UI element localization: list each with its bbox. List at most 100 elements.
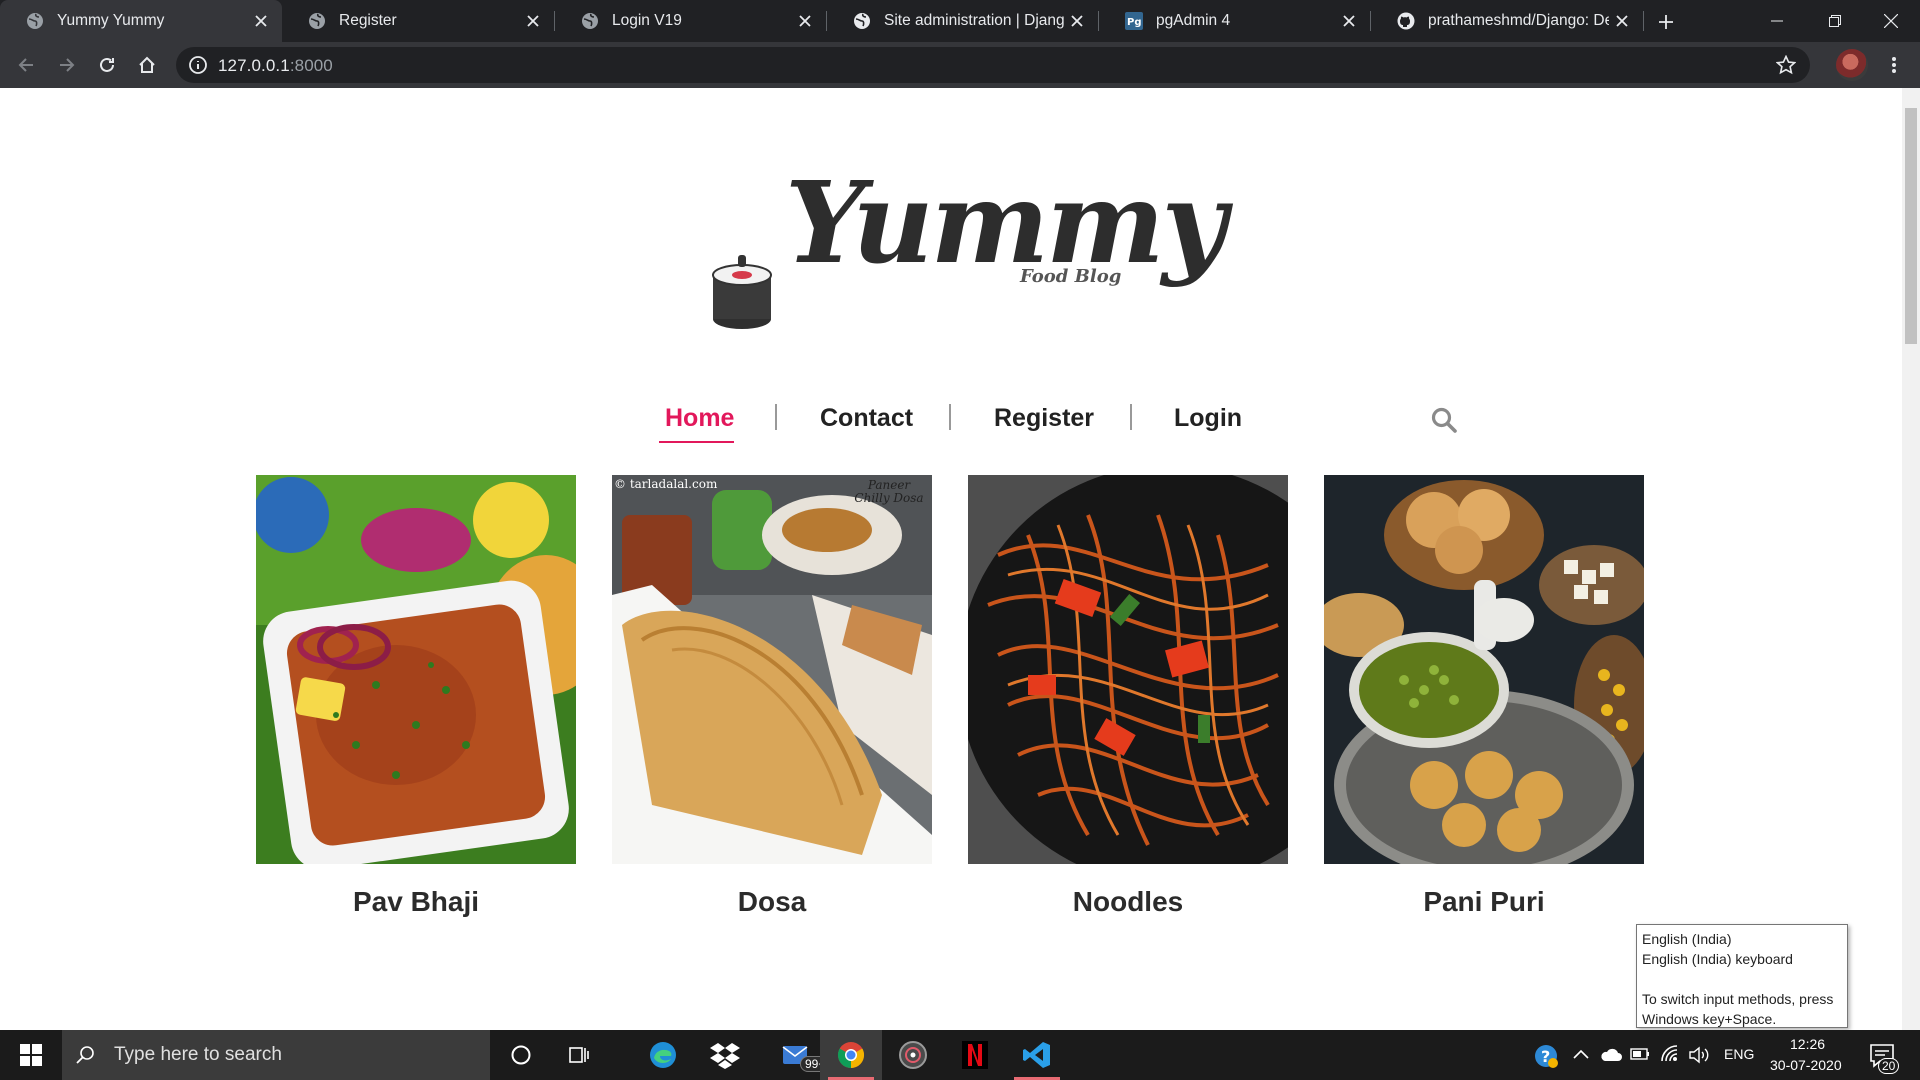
new-tab-button[interactable] xyxy=(1652,8,1680,36)
nav-divider xyxy=(949,404,951,430)
tab-register[interactable]: Register xyxy=(282,0,554,42)
pgadmin-icon: Pg xyxy=(1125,12,1143,30)
wifi-icon[interactable] xyxy=(1660,1044,1680,1064)
ime-line: English (India) keyboard xyxy=(1642,951,1793,967)
close-icon[interactable] xyxy=(1609,8,1635,34)
tab-github-django[interactable]: prathameshmd/Django: Dev xyxy=(1371,0,1643,42)
food-title[interactable]: Pani Puri xyxy=(1324,886,1644,918)
reload-icon xyxy=(100,57,114,72)
home-button[interactable] xyxy=(131,49,163,81)
cortana-button[interactable] xyxy=(490,1030,552,1080)
info-icon[interactable] xyxy=(188,55,208,75)
nav-divider xyxy=(775,404,777,430)
food-image[interactable] xyxy=(968,475,1288,864)
onedrive-icon[interactable] xyxy=(1600,1046,1622,1062)
restore-button[interactable] xyxy=(1806,0,1864,42)
globe-icon xyxy=(853,12,871,30)
minimize-button[interactable] xyxy=(1748,0,1806,42)
language-indicator[interactable]: ENG xyxy=(1724,1046,1754,1062)
nav-contact[interactable]: Contact xyxy=(820,404,913,433)
taskbar-netflix[interactable] xyxy=(944,1030,1006,1080)
close-icon[interactable] xyxy=(792,8,818,34)
food-title[interactable]: Pav Bhaji xyxy=(256,886,576,918)
food-card-pani-puri[interactable]: Pani Puri xyxy=(1324,475,1644,918)
start-button[interactable] xyxy=(0,1030,62,1080)
logo-subtitle: Food Blog xyxy=(1020,266,1122,287)
kebab-menu-icon xyxy=(1892,57,1896,73)
close-window-button[interactable] xyxy=(1862,0,1920,42)
address-bar[interactable]: 127.0.0.1:8000 xyxy=(176,47,1810,83)
ime-line: English (India) xyxy=(1642,931,1732,947)
search-icon[interactable] xyxy=(1430,406,1458,434)
reload-button[interactable] xyxy=(91,49,123,81)
chrome-icon xyxy=(837,1042,865,1069)
notification-count: 20 xyxy=(1878,1058,1900,1074)
food-title[interactable]: Dosa xyxy=(612,886,932,918)
taskbar-search-box[interactable]: Type here to search xyxy=(62,1030,490,1080)
image-watermark: © tarladalal.com xyxy=(614,477,718,491)
taskbar-vscode[interactable] xyxy=(1006,1030,1068,1080)
task-view-icon xyxy=(569,1047,589,1063)
tab-title: pgAdmin 4 xyxy=(1156,12,1231,29)
nav-login[interactable]: Login xyxy=(1174,404,1242,433)
volume-icon[interactable] xyxy=(1688,1045,1710,1065)
search-icon xyxy=(76,1046,94,1064)
page-scrollbar[interactable] xyxy=(1902,88,1920,1030)
taskbar-chrome[interactable] xyxy=(820,1030,882,1080)
tab-strip: Yummy Yummy Register Login V19 Site admi… xyxy=(0,0,1920,42)
taskbar-edge[interactable] xyxy=(632,1030,694,1080)
url-text: 127.0.0.1:8000 xyxy=(218,56,333,76)
star-icon[interactable] xyxy=(1776,55,1796,75)
profile-avatar[interactable] xyxy=(1836,49,1868,81)
svg-text:Pg: Pg xyxy=(1127,17,1142,28)
help-icon[interactable]: ? xyxy=(1533,1043,1559,1069)
close-icon[interactable] xyxy=(1336,8,1362,34)
minimize-icon xyxy=(1771,20,1783,22)
task-view-button[interactable] xyxy=(548,1030,610,1080)
chevron-up-icon[interactable] xyxy=(1573,1048,1589,1060)
clock-time[interactable]: 12:26 xyxy=(1790,1036,1825,1052)
ime-tooltip: English (India) English (India) keyboard… xyxy=(1636,924,1848,1028)
tab-title: Site administration | Django xyxy=(884,12,1064,29)
browser-toolbar: 127.0.0.1:8000 xyxy=(0,42,1920,88)
windows-logo-icon xyxy=(20,1044,42,1066)
restore-icon xyxy=(1829,15,1841,27)
food-image[interactable]: © tarladalal.com Paneer Chilly Dosa xyxy=(612,475,932,864)
tab-yummy-yummy[interactable]: Yummy Yummy xyxy=(0,0,282,42)
media-player-icon xyxy=(899,1041,927,1069)
back-button[interactable] xyxy=(10,49,42,81)
taskbar-dropbox[interactable] xyxy=(694,1030,756,1080)
tab-title: Yummy Yummy xyxy=(57,12,165,29)
food-image[interactable] xyxy=(256,475,576,864)
site-logo[interactable]: Yummy Food Blog xyxy=(700,158,1227,329)
clock-date[interactable]: 30-07-2020 xyxy=(1770,1057,1842,1073)
globe-icon xyxy=(308,12,326,30)
scrollbar-thumb[interactable] xyxy=(1905,108,1917,344)
tab-pgadmin[interactable]: Pg pgAdmin 4 xyxy=(1099,0,1370,42)
battery-icon[interactable] xyxy=(1630,1047,1650,1061)
nav-home[interactable]: Home xyxy=(665,404,734,433)
food-card-dosa[interactable]: © tarladalal.com Paneer Chilly Dosa Dosa xyxy=(612,475,932,918)
close-icon[interactable] xyxy=(1064,8,1090,34)
globe-icon xyxy=(581,12,599,30)
nav-register[interactable]: Register xyxy=(994,404,1094,433)
forward-button[interactable] xyxy=(51,49,83,81)
taskbar-mail[interactable]: 99+ xyxy=(766,1030,831,1080)
taskbar-media-player[interactable] xyxy=(882,1030,944,1080)
close-icon[interactable] xyxy=(248,8,274,34)
github-icon xyxy=(1397,12,1415,30)
food-card-noodles[interactable]: Noodles xyxy=(968,475,1288,918)
edge-icon xyxy=(650,1042,676,1068)
browser-menu-button[interactable] xyxy=(1878,49,1910,81)
food-title[interactable]: Noodles xyxy=(968,886,1288,918)
tab-title: prathameshmd/Django: Dev xyxy=(1428,12,1609,29)
close-icon[interactable] xyxy=(520,8,546,34)
netflix-icon xyxy=(962,1041,988,1069)
food-image[interactable] xyxy=(1324,475,1644,864)
tab-login-v19[interactable]: Login V19 xyxy=(555,0,826,42)
arrow-right-icon xyxy=(60,58,75,72)
tab-title: Register xyxy=(339,12,397,29)
food-card-pav-bhaji[interactable]: Pav Bhaji xyxy=(256,475,576,918)
tab-site-administration[interactable]: Site administration | Django xyxy=(827,0,1098,42)
image-overlay-text: Paneer Chilly Dosa xyxy=(854,478,924,505)
